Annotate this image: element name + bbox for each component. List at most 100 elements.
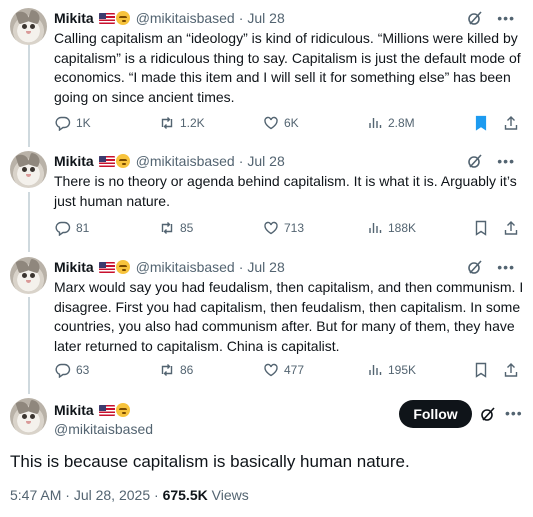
repost-icon [161,117,173,129]
repost-button[interactable]: 86 [159,362,193,378]
flag-us-icon [98,12,115,24]
repost-count: 86 [180,363,194,377]
reply-icon [55,363,71,378]
views-count: 2.8M [388,116,415,130]
like-button[interactable]: 477 [263,362,304,378]
views-count: 188K [388,221,417,235]
author-name[interactable]: Mikita [54,402,94,418]
like-count: 6K [284,116,299,130]
avatar[interactable] [10,8,47,45]
saluting-face-icon [115,260,130,274]
more-icon[interactable]: ••• [505,405,523,421]
author-name[interactable]: Mikita [54,10,94,26]
views-button[interactable]: 188K [367,220,416,236]
author-handle[interactable]: @mikitaisbased [136,259,235,275]
grok-icon[interactable] [467,10,483,26]
views-button[interactable]: 2.8M [367,115,415,131]
views-icon [369,118,382,128]
share-icon[interactable] [503,220,519,236]
views-button[interactable]: 195K [367,362,416,378]
repost-icon [161,364,173,376]
saluting-face-icon [115,403,130,417]
like-count: 477 [284,363,305,377]
views-icon [369,223,382,233]
reply-count: 81 [76,221,90,235]
repost-count: 1.2K [180,116,205,130]
bookmark-icon[interactable] [473,362,489,378]
reply-count: 63 [76,363,90,377]
author-handle[interactable]: @mikitaisbased [136,10,235,26]
avatar[interactable] [10,151,47,188]
like-button[interactable]: 713 [263,220,304,236]
tweet-top-actions: ••• [467,153,515,169]
like-icon [264,363,278,377]
focused-tweet[interactable]: Mikita @mikitaisbased Follow ••• This is… [0,398,533,513]
like-icon [264,221,278,235]
grok-icon[interactable] [467,259,483,275]
reply-button[interactable]: 1K [55,115,91,131]
separator-dot: · [238,259,244,275]
views-count: 195K [388,363,417,377]
views-icon [369,365,382,375]
tweet-date[interactable]: Jul 28, 2025 [74,487,150,503]
reply-count: 1K [76,116,91,130]
tweet-date[interactable]: Jul 28 [247,259,284,275]
separator-dot: · [154,487,163,503]
tweet-actions: 81 85 713 188K [55,220,525,238]
author-handle[interactable]: @mikitaisbased [136,153,235,169]
bookmark-icon[interactable] [473,115,489,131]
flag-us-icon [98,261,115,273]
author-name[interactable]: Mikita [54,259,94,275]
tweet-text: There is no theory or agenda behind capi… [54,173,517,209]
tweet-actions: 1K 1.2K 6K 2.8M [55,115,525,133]
tweet[interactable]: Mikita @mikitaisbased · Jul 28 ••• Marx … [0,254,533,384]
tweet-top-actions: ••• [467,10,515,26]
repost-button[interactable]: 1.2K [159,115,205,131]
reply-button[interactable]: 63 [55,362,89,378]
tweet[interactable]: Mikita @mikitaisbased · Jul 28 ••• There… [0,148,533,243]
like-icon [264,116,278,130]
tweet-date[interactable]: Jul 28 [247,10,284,26]
share-icon[interactable] [503,115,519,131]
views-count: 675.5K [162,487,208,503]
tweet-text: This is because capitalism is basically … [10,452,410,471]
more-icon[interactable]: ••• [497,259,515,275]
reply-icon [55,116,71,131]
reply-button[interactable]: 81 [55,220,89,236]
tweet-text: Marx would say you had feudalism, then c… [54,279,524,354]
share-icon[interactable] [503,362,519,378]
avatar[interactable] [10,398,47,435]
follow-button[interactable]: Follow [399,400,472,428]
like-button[interactable]: 6K [263,115,299,131]
tweet-meta: 5:47 AM · Jul 28, 2025 · 675.5K Views [10,487,249,503]
tweet-header: Mikita @mikitaisbased · Jul 28 [54,258,285,276]
repost-button[interactable]: 85 [159,220,193,236]
author-name[interactable]: Mikita [54,153,94,169]
repost-count: 85 [180,221,194,235]
flag-us-icon [98,404,115,416]
author-handle[interactable]: @mikitaisbased [54,421,153,437]
author-block: Mikita @mikitaisbased [54,402,153,437]
tweet-date[interactable]: Jul 28 [247,153,284,169]
avatar[interactable] [10,257,47,294]
saluting-face-icon [115,154,130,168]
views-label: Views [211,487,249,503]
grok-icon[interactable] [480,406,496,422]
tweet-actions: 63 86 477 195K [55,362,525,380]
reply-icon [55,221,71,236]
grok-icon[interactable] [467,153,483,169]
bookmark-icon[interactable] [473,220,489,236]
tweet-header: Mikita @mikitaisbased · Jul 28 [54,9,285,27]
repost-icon [161,222,173,234]
saluting-face-icon [115,11,130,25]
separator-dot: · [238,153,244,169]
separator-dot: · [65,487,74,503]
tweet-time[interactable]: 5:47 AM [10,487,61,503]
more-icon[interactable]: ••• [497,153,515,169]
more-icon[interactable]: ••• [497,10,515,26]
separator-dot: · [238,10,244,26]
flag-us-icon [98,155,115,167]
tweet-text: Calling capitalism an “ideology” is kind… [54,30,521,105]
like-count: 713 [284,221,305,235]
tweet[interactable]: Mikita @mikitaisbased · Jul 28 ••• Calli… [0,5,533,135]
